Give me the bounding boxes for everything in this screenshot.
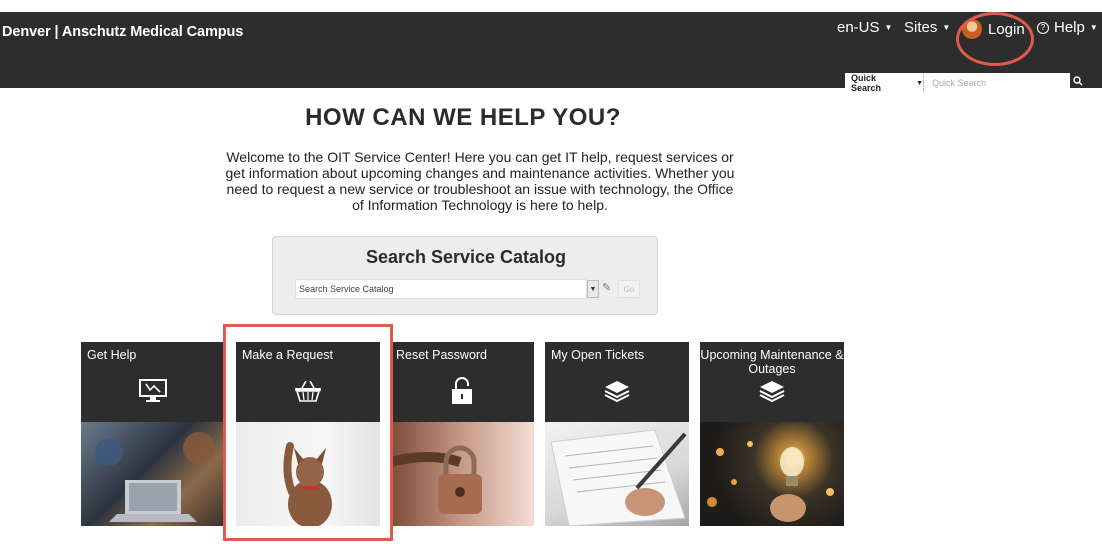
catalog-title: Search Service Catalog xyxy=(365,247,567,267)
layers-icon xyxy=(602,378,632,404)
catalog-dropdown-button[interactable]: ▼ xyxy=(587,280,599,298)
catalog-go-button[interactable]: Go xyxy=(618,280,640,298)
quick-search-bar: Quick Search ▼ xyxy=(845,73,1070,93)
help-circle-icon: ? xyxy=(1037,21,1049,34)
service-catalog-search-panel: Search Service Catalog ▼ ✎ Go xyxy=(272,236,658,315)
make-request-highlight-box xyxy=(223,324,393,541)
tile-label: Reset Password xyxy=(396,348,488,362)
intro-text: Welcome to the OIT Service Center! Here … xyxy=(225,149,735,213)
tile-image-light-bulb xyxy=(700,422,844,526)
monitor-icon xyxy=(138,378,168,404)
tile-header: My Open Tickets xyxy=(545,342,689,422)
tile-image-laptop-hands xyxy=(81,422,225,526)
help-menu[interactable]: ? Help ▼ xyxy=(1037,19,1098,36)
caret-down-icon: ▼ xyxy=(884,23,893,32)
tile-image-notebook-writing xyxy=(545,422,689,526)
catalog-search-input[interactable] xyxy=(295,279,587,299)
brand-title[interactable]: Denver | Anschutz Medical Campus xyxy=(2,24,243,40)
quick-search-input[interactable] xyxy=(924,73,1070,93)
help-label: Help xyxy=(1054,19,1085,36)
language-menu[interactable]: en-US ▼ xyxy=(837,19,892,36)
tile-my-open-tickets[interactable]: My Open Tickets xyxy=(545,342,689,526)
caret-down-icon: ▼ xyxy=(942,23,951,32)
language-label: en-US xyxy=(837,19,880,36)
tile-label: My Open Tickets xyxy=(551,348,645,362)
top-header: Denver | Anschutz Medical Campus en-US ▼… xyxy=(0,12,1102,93)
login-highlight-circle xyxy=(956,12,1034,66)
layers-icon xyxy=(757,378,787,404)
caret-down-icon: ▼ xyxy=(1089,23,1098,32)
page-heading: HOW CAN WE HELP YOU? xyxy=(305,104,621,131)
tile-header: Get Help xyxy=(81,342,225,422)
tile-label: Get Help xyxy=(87,348,137,362)
quick-search-type-dropdown[interactable]: Quick Search ▼ xyxy=(845,73,924,93)
wrench-icon[interactable]: ✎ xyxy=(602,281,611,294)
sites-menu[interactable]: Sites ▼ xyxy=(904,19,950,36)
tile-upcoming-maintenance[interactable]: Upcoming Maintenance & Outages xyxy=(700,342,844,526)
tile-label: Upcoming Maintenance & Outages xyxy=(700,348,844,376)
top-strip xyxy=(0,0,1102,12)
tile-reset-password[interactable]: Reset Password xyxy=(390,342,534,526)
quick-search-type-label: Quick Search xyxy=(851,73,882,93)
search-icon[interactable] xyxy=(1073,76,1083,89)
lock-icon xyxy=(447,377,477,404)
sites-label: Sites xyxy=(904,19,938,36)
tile-get-help[interactable]: Get Help xyxy=(81,342,225,526)
tile-header: Reset Password xyxy=(390,342,534,422)
caret-down-icon: ▼ xyxy=(916,79,923,87)
tile-image-padlock xyxy=(390,422,534,526)
tile-header: Upcoming Maintenance & Outages xyxy=(700,342,844,422)
